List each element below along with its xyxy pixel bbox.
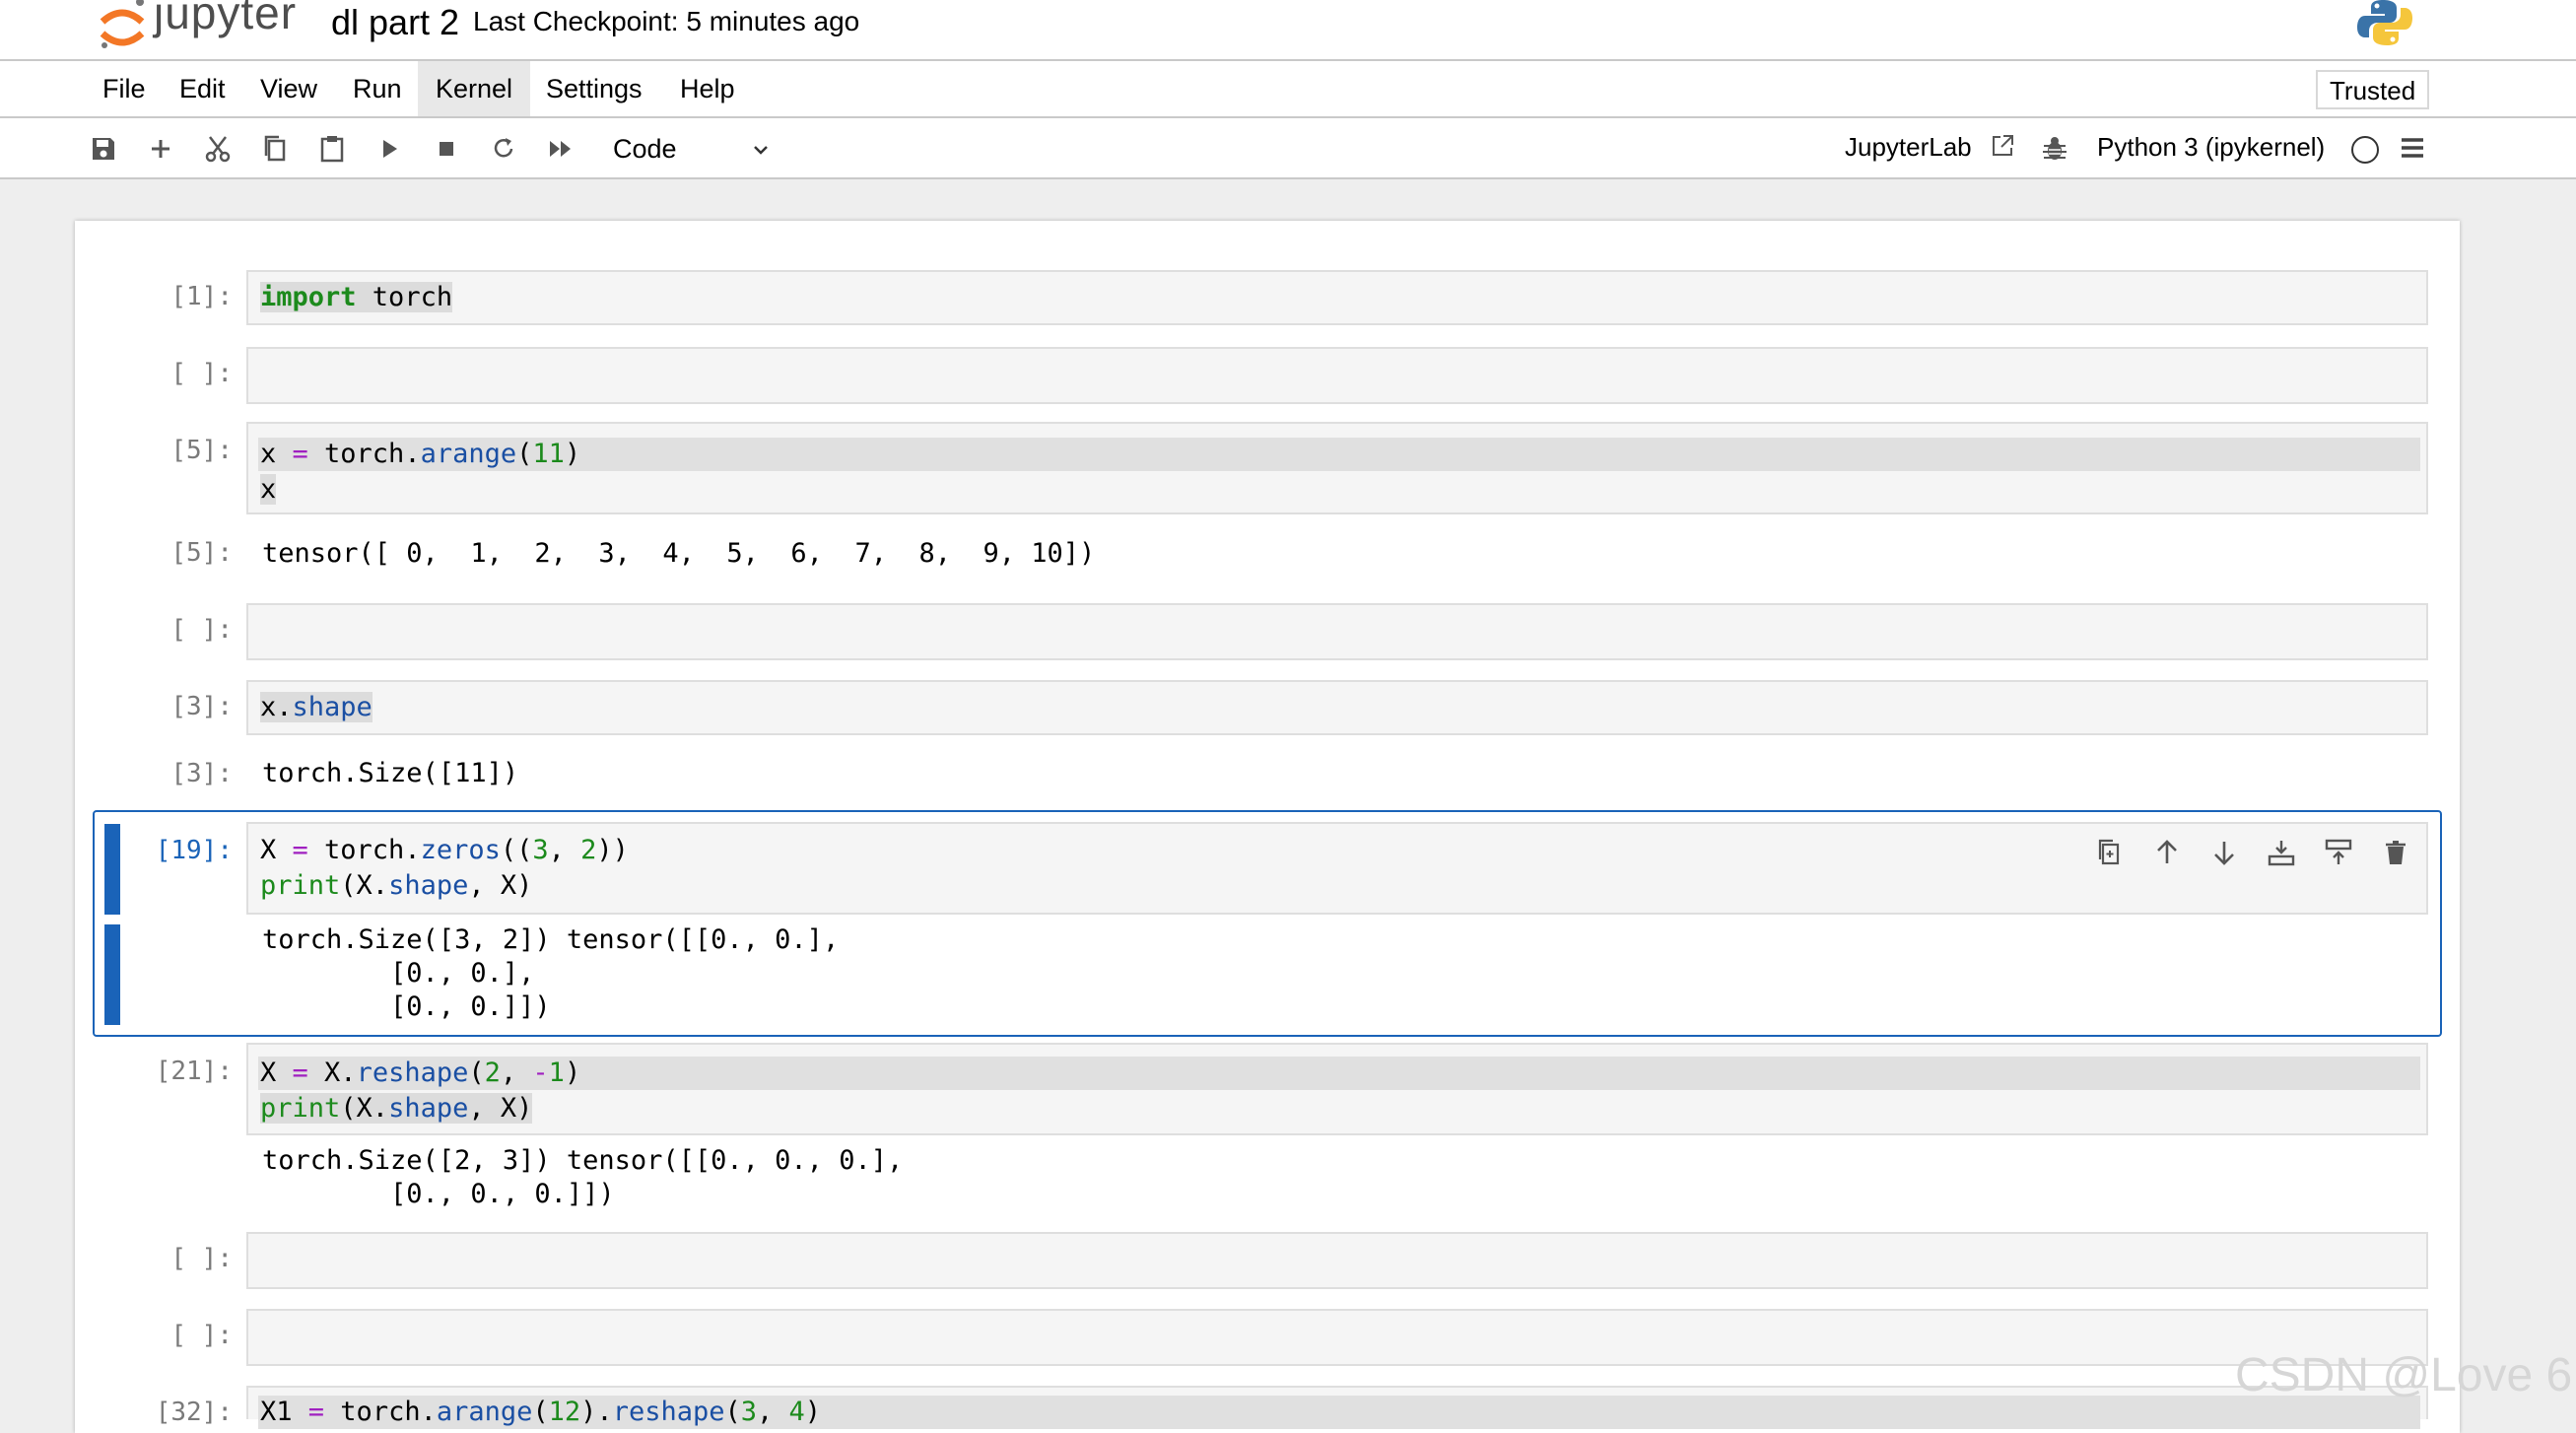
insert-below-icon[interactable] xyxy=(2265,836,2298,869)
add-cell-icon[interactable] xyxy=(144,132,177,166)
menu-file[interactable]: File xyxy=(85,61,164,116)
cell-output-text: tensor([ 0, 1, 2, 3, 4, 5, 6, 7, 8, 9, 1… xyxy=(262,538,1096,569)
input-prompt: [32]: xyxy=(155,1398,233,1427)
external-link-icon[interactable] xyxy=(1989,132,2016,160)
cell-output-text: [0., 0., 0.]]) xyxy=(262,1179,615,1209)
notebook-name[interactable]: dl part 2 xyxy=(331,2,459,43)
cell-output-text: torch.Size([11]) xyxy=(262,758,519,788)
cell-output-text: torch.Size([2, 3]) tensor([[0., 0., 0.], xyxy=(262,1145,904,1176)
code-line: import torch xyxy=(260,282,453,312)
menu-kernel[interactable]: Kernel xyxy=(418,61,531,116)
restart-icon[interactable] xyxy=(487,132,520,166)
run-icon[interactable] xyxy=(373,132,406,166)
top-header: jupyter dl part 2 Last Checkpoint: 5 min… xyxy=(0,0,2576,61)
menu-settings[interactable]: Settings xyxy=(528,61,660,116)
cell-output-text: torch.Size([3, 2]) tensor([[0., 0.], xyxy=(262,924,840,955)
input-prompt: [1]: xyxy=(170,282,233,311)
menu-icon[interactable] xyxy=(2399,134,2426,162)
cell-output-text: [0., 0.]]) xyxy=(262,991,551,1022)
checkpoint-status: Last Checkpoint: 5 minutes ago xyxy=(473,6,860,36)
delete-icon[interactable] xyxy=(2379,836,2412,869)
run-all-icon[interactable] xyxy=(544,132,577,166)
copy-icon[interactable] xyxy=(258,132,292,166)
paste-icon[interactable] xyxy=(315,132,349,166)
input-prompt: [5]: xyxy=(170,436,233,465)
input-prompt: [ ]: xyxy=(170,359,233,388)
code-line: x = torch.arange(11) xyxy=(260,439,581,469)
menu-run[interactable]: Run xyxy=(335,61,420,116)
jupyter-logo[interactable]: jupyter xyxy=(97,0,308,53)
code-line: X = X.reshape(2, -1) xyxy=(260,1058,581,1088)
cell-type-label: Code xyxy=(613,134,677,164)
menu-view[interactable]: View xyxy=(242,61,335,116)
current-line-highlight xyxy=(258,1057,2420,1090)
code-cell-input[interactable] xyxy=(246,347,2428,404)
cell-output-text: [0., 0.], xyxy=(262,958,535,989)
input-prompt: [ ]: xyxy=(170,1321,233,1350)
input-prompt: [19]: xyxy=(155,836,233,865)
menu-bar: File Edit View Run Kernel Settings Help … xyxy=(0,61,2576,118)
code-cell-input[interactable] xyxy=(246,1232,2428,1289)
kernel-name[interactable]: Python 3 (ipykernel) xyxy=(2097,132,2325,163)
output-prompt: [3]: xyxy=(170,759,233,788)
menu-edit[interactable]: Edit xyxy=(162,61,243,116)
jupyter-logo-text: jupyter xyxy=(154,0,298,38)
code-line: x.shape xyxy=(260,692,373,722)
code-line: X = torch.zeros((3, 2)) xyxy=(260,835,629,865)
trusted-indicator[interactable]: Trusted xyxy=(2316,70,2430,109)
code-line: print(X.shape, X) xyxy=(260,870,533,901)
code-cell-input[interactable]: x.shape xyxy=(246,680,2428,735)
insert-above-icon[interactable] xyxy=(2322,836,2355,869)
kernel-status-idle-icon xyxy=(2351,136,2379,164)
duplicate-icon[interactable] xyxy=(2093,836,2127,869)
code-cell-input[interactable]: X1 = torch.arange(12).reshape(3, 4) xyxy=(246,1386,2428,1429)
debugger-bug-icon[interactable] xyxy=(2040,134,2069,164)
output-collapser[interactable] xyxy=(104,924,120,1025)
input-prompt: [21]: xyxy=(155,1057,233,1086)
code-line: x xyxy=(260,474,277,505)
input-prompt: [3]: xyxy=(170,692,233,721)
move-down-icon[interactable] xyxy=(2207,836,2241,869)
notebook-toolbar: Code JupyterLab Python 3 (ipykernel) xyxy=(0,118,2576,179)
current-line-highlight xyxy=(258,438,2420,471)
chevron-down-icon xyxy=(754,146,768,155)
input-prompt: [ ]: xyxy=(170,1244,233,1273)
code-cell-input[interactable]: import torch xyxy=(246,270,2428,325)
output-prompt: [5]: xyxy=(170,538,233,568)
jupyterlab-link[interactable]: JupyterLab xyxy=(1845,132,1972,163)
save-icon[interactable] xyxy=(87,132,120,166)
code-cell-input[interactable] xyxy=(246,1309,2428,1366)
move-up-icon[interactable] xyxy=(2150,836,2184,869)
watermark: CSDN @Love 6 xyxy=(2235,1349,2573,1401)
code-line: X1 = torch.arange(12).reshape(3, 4) xyxy=(260,1397,822,1427)
menu-help[interactable]: Help xyxy=(662,61,753,116)
code-cell-input[interactable]: X = X.reshape(2, -1) print(X.shape, X) xyxy=(246,1043,2428,1135)
stop-icon[interactable] xyxy=(430,132,463,166)
input-prompt: [ ]: xyxy=(170,615,233,645)
cell-type-select[interactable]: Code xyxy=(609,128,786,170)
python-logo-icon xyxy=(2357,0,2412,45)
code-cell-input[interactable]: x = torch.arange(11) x xyxy=(246,422,2428,514)
cut-icon[interactable] xyxy=(201,132,235,166)
jupyter-logo-icon xyxy=(100,0,145,48)
code-line: print(X.shape, X) xyxy=(260,1093,533,1124)
code-cell-input[interactable] xyxy=(246,603,2428,660)
